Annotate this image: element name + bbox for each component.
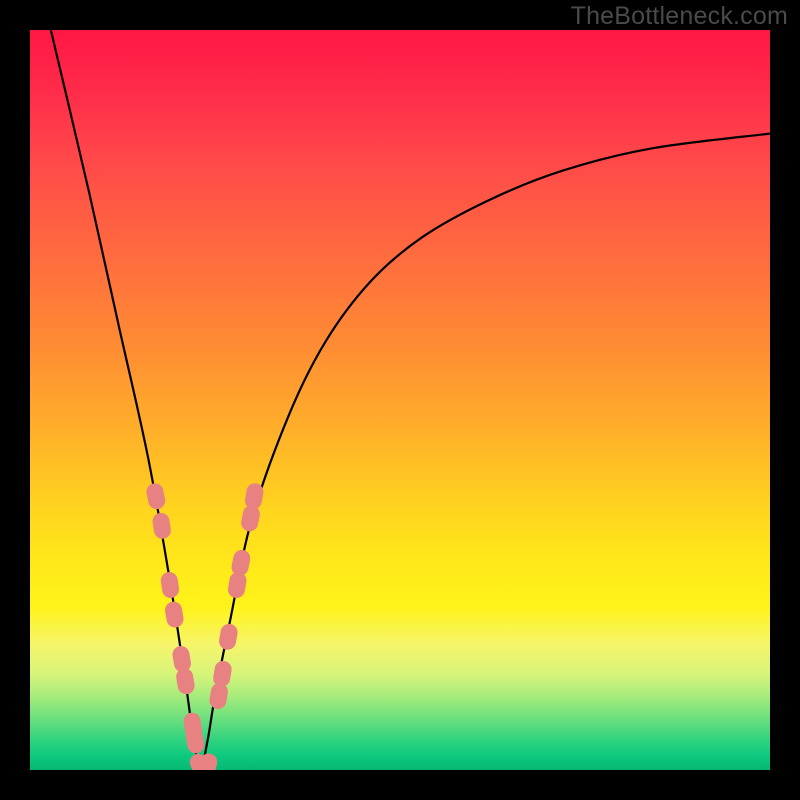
marker: [164, 600, 185, 628]
marker: [160, 571, 180, 599]
marker: [230, 548, 252, 577]
chart-frame: TheBottleneck.com: [0, 0, 800, 800]
marker: [151, 512, 172, 540]
marker: [175, 667, 196, 695]
marker: [212, 660, 233, 688]
marker-cluster: [145, 482, 265, 770]
bottleneck-curve: [30, 30, 770, 770]
marker: [145, 482, 167, 511]
curve-layer: [30, 30, 770, 770]
plot-area: [30, 30, 770, 770]
watermark-text: TheBottleneck.com: [571, 2, 788, 31]
marker: [218, 623, 239, 651]
